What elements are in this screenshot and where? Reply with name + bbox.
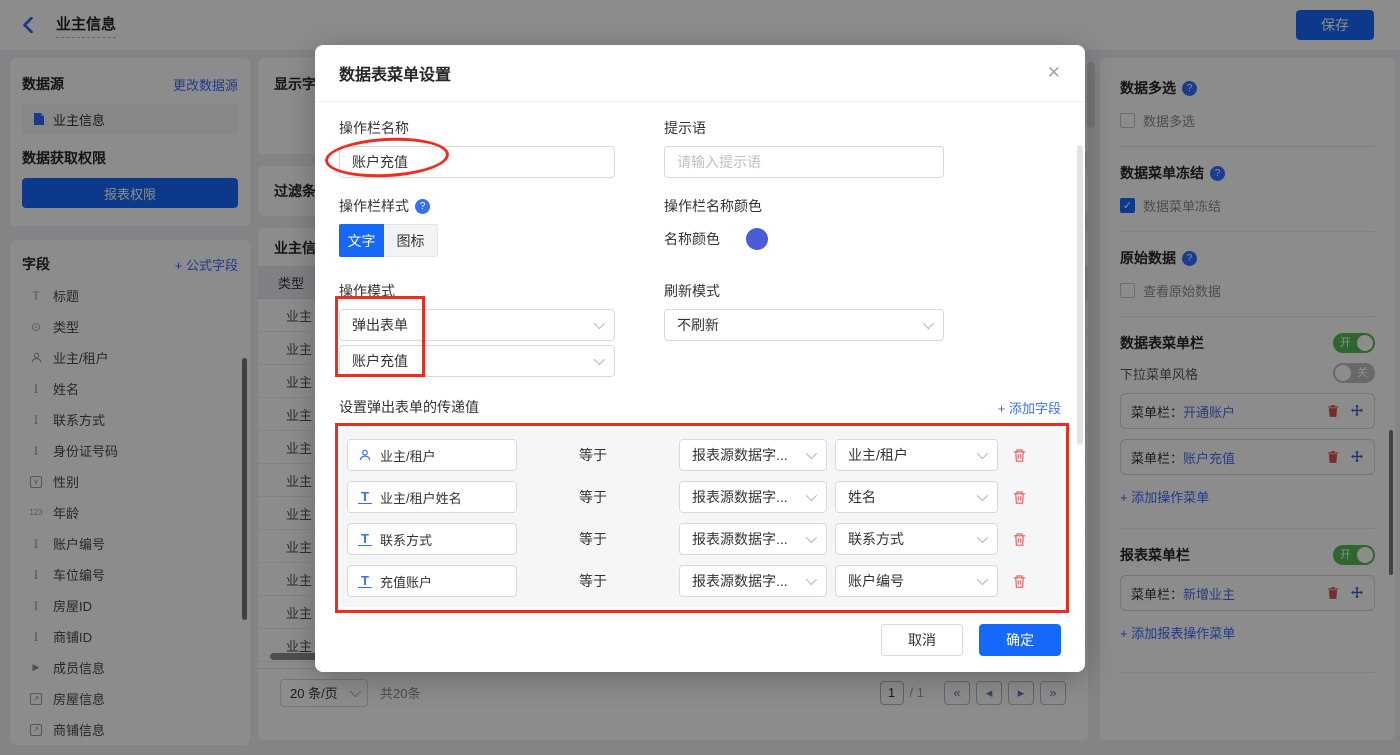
cancel-button[interactable]: 取消 xyxy=(881,624,963,656)
form-target-select[interactable]: 账户充值 xyxy=(339,345,615,377)
transfer-row: T 联系方式 等于 报表源数据字... 联系方式 xyxy=(347,523,1053,555)
trash-icon[interactable] xyxy=(1012,574,1027,589)
action-name-value: 账户充值 xyxy=(352,154,408,170)
style-text-option[interactable]: 文字 xyxy=(339,224,384,257)
chevron-down-icon xyxy=(805,531,818,544)
chevron-down-icon xyxy=(922,317,935,330)
target-field-input[interactable]: 业主/租户 xyxy=(347,439,517,471)
name-color-section-label: 操作栏名称颜色 xyxy=(664,198,762,214)
refresh-mode-value: 不刷新 xyxy=(677,317,719,333)
person-icon xyxy=(358,448,372,462)
action-name-input[interactable]: 账户充值 xyxy=(339,146,615,178)
source-type-select[interactable]: 报表源数据字... xyxy=(679,565,827,597)
style-segmented-control: 文字 图标 xyxy=(339,224,438,257)
refresh-mode-select[interactable]: 不刷新 xyxy=(664,309,944,341)
source-field-select[interactable]: 联系方式 xyxy=(835,523,998,555)
operator-label: 等于 xyxy=(579,489,607,505)
text-icon: T xyxy=(358,490,372,504)
tip-input[interactable]: 请输入提示语 xyxy=(664,146,944,178)
target-field-name: 联系方式 xyxy=(380,532,433,548)
action-mode-label: 操作模式 xyxy=(339,283,395,299)
color-swatch[interactable] xyxy=(746,228,768,250)
source-field-select[interactable]: 账户编号 xyxy=(835,565,998,597)
refresh-mode-label: 刷新模式 xyxy=(664,283,720,299)
target-field-name: 业主/租户姓名 xyxy=(380,490,462,506)
action-mode-value: 弹出表单 xyxy=(352,317,408,333)
text-icon: T xyxy=(358,532,372,546)
chevron-down-icon xyxy=(805,447,818,460)
source-field-select[interactable]: 姓名 xyxy=(835,481,998,513)
source-field-value: 姓名 xyxy=(848,489,876,505)
source-type-value: 报表源数据字... xyxy=(692,531,788,547)
source-type-select[interactable]: 报表源数据字... xyxy=(679,439,827,471)
source-field-value: 账户编号 xyxy=(848,573,904,589)
trash-icon[interactable] xyxy=(1012,448,1027,463)
target-field-name: 充值账户 xyxy=(380,574,433,590)
tip-label: 提示语 xyxy=(664,120,706,136)
add-field-link[interactable]: + 添加字段 xyxy=(998,398,1061,417)
trash-icon[interactable] xyxy=(1012,532,1027,547)
source-field-select[interactable]: 业主/租户 xyxy=(835,439,998,471)
operator-label: 等于 xyxy=(579,573,607,589)
help-icon[interactable]: ? xyxy=(415,198,430,214)
transfer-values-label: 设置弹出表单的传递值 xyxy=(339,399,479,415)
source-type-select[interactable]: 报表源数据字... xyxy=(679,481,827,513)
form-target-value: 账户充值 xyxy=(352,353,408,369)
action-mode-select[interactable]: 弹出表单 xyxy=(339,309,615,341)
chevron-down-icon xyxy=(976,489,989,502)
table-menu-settings-modal: 数据表菜单设置 ✕ 操作栏名称 账户充值 提示语 请输入提示语 操作栏样式? 文… xyxy=(315,45,1085,672)
page-scrollbar-thumb[interactable] xyxy=(1087,62,1095,128)
modal-scrollbar[interactable] xyxy=(1077,145,1083,445)
transfer-row: 业主/租户 等于 报表源数据字... 业主/租户 xyxy=(347,439,1053,471)
source-field-value: 联系方式 xyxy=(848,531,904,547)
tip-placeholder: 请输入提示语 xyxy=(677,154,761,170)
operator-label: 等于 xyxy=(579,531,607,547)
transfer-row: T 业主/租户姓名 等于 报表源数据字... 姓名 xyxy=(347,481,1053,513)
target-field-input[interactable]: T 业主/租户姓名 xyxy=(347,481,517,513)
modal-title: 数据表菜单设置 xyxy=(339,67,452,84)
style-icon-option[interactable]: 图标 xyxy=(384,224,438,257)
chevron-down-icon xyxy=(976,447,989,460)
close-icon[interactable]: ✕ xyxy=(1047,63,1061,83)
chevron-down-icon xyxy=(805,573,818,586)
action-style-label: 操作栏样式 xyxy=(339,198,409,214)
source-type-value: 报表源数据字... xyxy=(692,447,788,463)
chevron-down-icon xyxy=(805,489,818,502)
source-type-value: 报表源数据字... xyxy=(692,489,788,505)
chevron-down-icon xyxy=(593,317,606,330)
chevron-down-icon xyxy=(976,531,989,544)
name-color-label: 名称颜色 xyxy=(664,231,720,247)
operator-label: 等于 xyxy=(579,447,607,463)
text-icon: T xyxy=(358,574,372,588)
target-field-name: 业主/租户 xyxy=(380,448,436,464)
action-name-label: 操作栏名称 xyxy=(339,120,409,136)
chevron-down-icon xyxy=(976,573,989,586)
transfer-rows-container: 业主/租户 等于 报表源数据字... 业主/租户 T 业主/租户姓名 等于 报表源… xyxy=(339,429,1061,607)
app-root: 业主信息 保存 数据源 更改数据源 业主信息 数据获取权限 报表权限 字段 + … xyxy=(0,0,1400,755)
chevron-down-icon xyxy=(593,353,606,366)
source-field-value: 业主/租户 xyxy=(848,447,908,463)
transfer-row: T 充值账户 等于 报表源数据字... 账户编号 xyxy=(347,565,1053,597)
trash-icon[interactable] xyxy=(1012,490,1027,505)
source-type-value: 报表源数据字... xyxy=(692,573,788,589)
confirm-button[interactable]: 确定 xyxy=(979,624,1061,656)
target-field-input[interactable]: T 充值账户 xyxy=(347,565,517,597)
target-field-input[interactable]: T 联系方式 xyxy=(347,523,517,555)
source-type-select[interactable]: 报表源数据字... xyxy=(679,523,827,555)
